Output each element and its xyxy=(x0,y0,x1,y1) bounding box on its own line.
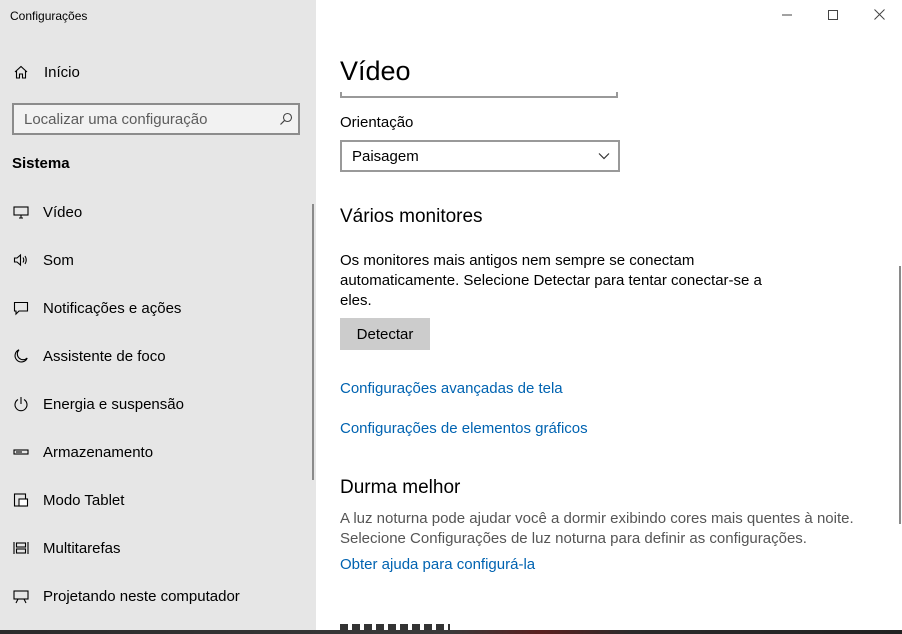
sidebar-item-label: Modo Tablet xyxy=(43,491,125,509)
tablet-mode-icon xyxy=(12,491,30,509)
sidebar-item-label: Energia e suspensão xyxy=(43,395,184,413)
orientation-label: Orientação xyxy=(340,114,414,131)
sidebar-item-power-sleep[interactable]: Energia e suspensão xyxy=(0,380,316,428)
app-title: Configurações xyxy=(10,9,88,23)
graphics-settings-link[interactable]: Configurações de elementos gráficos xyxy=(340,420,588,437)
sidebar-item-sound[interactable]: Som xyxy=(0,236,316,284)
orientation-value: Paisagem xyxy=(352,147,419,165)
multitasking-icon xyxy=(12,539,30,557)
sidebar-item-label: Notificações e ações xyxy=(43,299,182,317)
main-scrollbar[interactable] xyxy=(899,266,901,524)
sidebar-item-focus-assist[interactable]: Assistente de foco xyxy=(0,332,316,380)
main-content: Vídeo Orientação Paisagem Vários monitor… xyxy=(316,0,902,630)
sidebar-item-label: Vídeo xyxy=(43,203,83,221)
sidebar-scrollbar[interactable] xyxy=(312,204,314,480)
sidebar-item-label: Som xyxy=(43,251,74,269)
sidebar-item-label: Projetando neste computador xyxy=(43,587,240,605)
sidebar-item-multitasking[interactable]: Multitarefas xyxy=(0,524,316,572)
monitor-icon xyxy=(12,203,30,221)
page-title: Vídeo xyxy=(340,56,411,86)
multi-monitor-heading: Vários monitores xyxy=(340,206,483,227)
scrolled-field-edge xyxy=(340,92,618,98)
sidebar-item-label: Multitarefas xyxy=(43,539,121,557)
section-heading: Sistema xyxy=(12,155,70,172)
detect-button[interactable]: Detectar xyxy=(340,318,430,350)
sidebar-item-label: Assistente de foco xyxy=(43,347,166,365)
sidebar-nav: Vídeo Som Notificações e ações Assistent… xyxy=(0,188,316,620)
home-icon xyxy=(12,63,30,81)
search-box[interactable] xyxy=(12,103,300,135)
moon-icon xyxy=(12,347,30,365)
sidebar-item-label: Armazenamento xyxy=(43,443,154,461)
sidebar-item-tablet-mode[interactable]: Modo Tablet xyxy=(0,476,316,524)
sleep-better-heading: Durma melhor xyxy=(340,477,461,498)
orientation-dropdown[interactable]: Paisagem xyxy=(340,140,620,172)
search-icon[interactable] xyxy=(274,112,298,126)
sidebar-item-projecting[interactable]: Projetando neste computador xyxy=(0,572,316,620)
multi-monitor-description: Os monitores mais antigos nem sempre se … xyxy=(340,252,762,309)
sidebar-item-notifications[interactable]: Notificações e ações xyxy=(0,284,316,332)
storage-icon xyxy=(12,443,30,461)
sidebar: Configurações Início Sistema Vídeo Som xyxy=(0,0,316,634)
sidebar-item-label: Início xyxy=(44,63,80,81)
projecting-icon xyxy=(12,587,30,605)
sidebar-item-home[interactable]: Início xyxy=(12,60,302,84)
sidebar-item-storage[interactable]: Armazenamento xyxy=(0,428,316,476)
search-input[interactable] xyxy=(14,109,274,129)
speaker-icon xyxy=(12,251,30,269)
notification-icon xyxy=(12,299,30,317)
taskbar-edge xyxy=(0,630,902,634)
advanced-display-link[interactable]: Configurações avançadas de tela xyxy=(340,380,563,397)
power-icon xyxy=(12,395,30,413)
sidebar-item-video[interactable]: Vídeo xyxy=(0,188,316,236)
sleep-better-description: A luz noturna pode ajudar você a dormir … xyxy=(340,510,854,547)
chevron-down-icon xyxy=(598,152,610,160)
night-light-help-link[interactable]: Obter ajuda para configurá-la xyxy=(340,556,535,573)
